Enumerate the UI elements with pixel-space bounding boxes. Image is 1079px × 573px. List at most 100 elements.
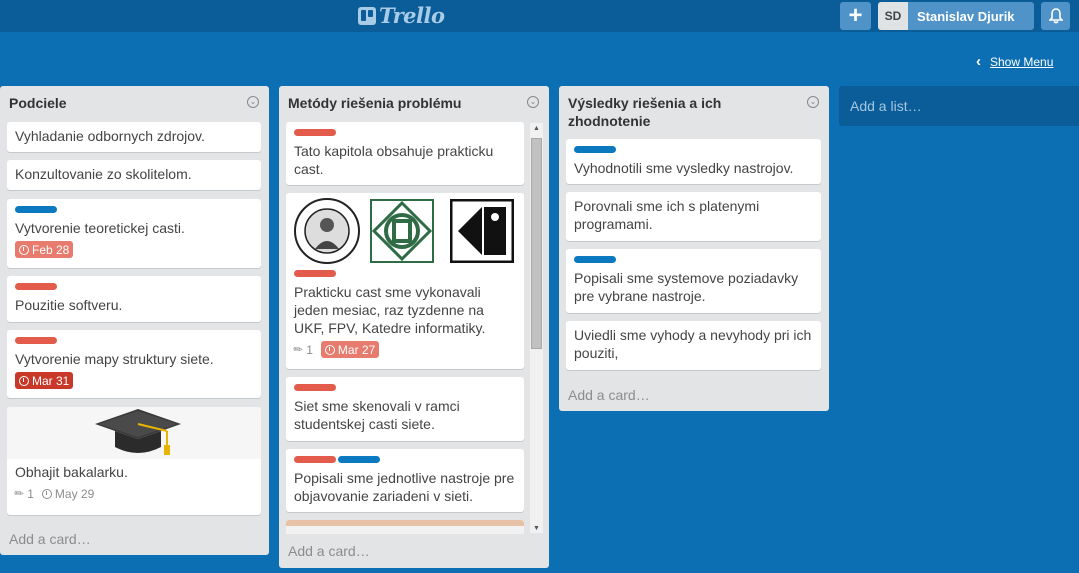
card-cover [286, 193, 524, 267]
clock-icon [19, 375, 29, 386]
label-red [15, 283, 57, 290]
logo-text: Trello [379, 3, 445, 28]
add-list-input[interactable]: Add a list… [839, 86, 1079, 126]
card-title: Prakticku cast sme vykonavali jeden mesi… [294, 284, 486, 336]
card-labels [15, 206, 253, 219]
bell-icon [1048, 8, 1063, 24]
card-title: Konzultovanie zo skolitelom. [15, 166, 192, 182]
card[interactable]: Uviedli sme vyhody a nevyhody pri ich po… [566, 321, 821, 370]
card[interactable]: Popisali sme jednotlive nastroje pre obj… [286, 449, 524, 512]
add-card-button[interactable]: Add a card… [9, 531, 91, 547]
graduation-cap-icon [95, 409, 181, 455]
scroll-up-icon[interactable]: ▲ [530, 125, 543, 132]
show-menu-link[interactable]: ‹ Show Menu [976, 53, 1053, 70]
list-title[interactable]: Výsledky riešenia a ich zhodnotenie [568, 94, 801, 130]
user-menu-button[interactable]: SD Stanislav Djurik [878, 2, 1034, 30]
label-red [15, 337, 57, 344]
scroll-down-icon[interactable]: ▼ [530, 525, 543, 532]
card[interactable]: Vyhodnotili sme vysledky nastrojov. [566, 139, 821, 184]
due-date-badge: May 29 [41, 485, 95, 502]
add-card-button[interactable]: Add a card… [568, 387, 650, 403]
card-labels [294, 129, 516, 142]
card-title: Vytvorenie mapy struktury siete. [15, 351, 214, 367]
card-title: Tato kapitola obsahuje prakticku cast. [294, 143, 494, 177]
list-menu-icon[interactable]: ⌄ [807, 96, 819, 108]
card-title: Uviedli sme vyhody a nevyhody pri ich po… [574, 327, 812, 361]
card-title: Vytvorenie teoretickej casti. [15, 220, 185, 236]
attachment-badge: ✎ 1 [12, 485, 34, 502]
due-date-badge: Feb 28 [15, 241, 74, 258]
card-title: Pouzitie softveru. [15, 297, 123, 313]
card-labels [294, 270, 516, 283]
card-cover [7, 407, 261, 459]
due-date-text: Mar 27 [337, 342, 376, 357]
card-badges: Mar 31 [15, 372, 253, 389]
attachment-count: 1 [306, 342, 313, 357]
card-labels [294, 456, 516, 469]
card-title: Vyhladanie odbornych zdrojov. [15, 128, 205, 144]
card-labels [574, 256, 813, 269]
card-badges: Feb 28 [15, 241, 253, 258]
user-name: Stanislav Djurik [917, 8, 1015, 24]
card[interactable]: Obhajit bakalarku. ✎ 1 May 29 [7, 407, 261, 515]
card[interactable]: Tato kapitola obsahuje prakticku cast. [286, 122, 524, 185]
chevron-left-icon: ‹ [976, 53, 981, 70]
card-labels [15, 337, 253, 350]
label-red [294, 456, 336, 463]
card[interactable]: Vytvorenie teoretickej casti. Feb 28 [7, 199, 261, 268]
card-title: Porovnali sme ich s platenymi programami… [574, 198, 760, 232]
top-header: Trello + SD Stanislav Djurik [0, 0, 1079, 32]
due-date-badge: Mar 31 [15, 372, 74, 389]
card-partial-screenshot[interactable] [286, 520, 524, 534]
clock-icon [324, 344, 335, 355]
list-scrollbar[interactable]: ▲ ▼ [530, 123, 543, 533]
card-title: Popisali sme jednotlive nastroje pre obj… [294, 470, 515, 504]
card-labels [15, 283, 253, 296]
university-seal-icon [294, 198, 360, 264]
card[interactable]: Siet sme skenovali v ramci studentskej c… [286, 377, 524, 441]
label-red [294, 129, 336, 136]
card[interactable]: Popisali sme systemove poziadavky pre vy… [566, 249, 821, 313]
label-red [294, 270, 336, 277]
avatar: SD [878, 2, 908, 30]
faculty-logo-icon [370, 199, 434, 263]
attachment-count: 1 [27, 486, 34, 501]
label-blue [15, 206, 57, 213]
list-title[interactable]: Podciele [9, 94, 241, 112]
clock-icon [19, 244, 29, 255]
card[interactable]: Porovnali sme ich s platenymi programami… [566, 192, 821, 241]
list-vysledky: Výsledky riešenia a ich zhodnotenie ⌄ Vy… [559, 86, 829, 411]
trello-logo[interactable]: Trello [358, 3, 445, 28]
paperclip-icon: ✎ [291, 341, 306, 358]
card-title: Vyhodnotili sme vysledky nastrojov. [574, 160, 794, 176]
card-labels [574, 146, 813, 159]
card-title: Popisali sme systemove poziadavky pre vy… [574, 270, 799, 304]
due-date-text: May 29 [54, 486, 95, 501]
list-menu-icon[interactable]: ⌄ [247, 96, 259, 108]
list-metody: Metódy riešenia problému ⌄ Tato kapitola… [279, 86, 549, 568]
list-podciele: Podciele ⌄ Vyhladanie odbornych zdrojov.… [0, 86, 269, 555]
list-title[interactable]: Metódy riešenia problému [288, 94, 521, 112]
card[interactable]: Pouzitie softveru. [7, 276, 261, 322]
due-date-text: Feb 28 [32, 242, 70, 257]
card-badges: ✎ 1 May 29 [12, 485, 253, 502]
label-blue [338, 456, 380, 463]
list-menu-icon[interactable]: ⌄ [527, 96, 539, 108]
card[interactable]: Vyhladanie odbornych zdrojov. [7, 122, 261, 152]
card-labels [294, 384, 516, 397]
paperclip-icon: ✎ [12, 485, 27, 502]
department-logo-icon [450, 199, 514, 263]
scroll-thumb[interactable] [531, 138, 542, 349]
label-red [294, 384, 336, 391]
card[interactable]: Vytvorenie mapy struktury siete. Mar 31 [7, 330, 261, 398]
card[interactable]: Konzultovanie zo skolitelom. [7, 160, 261, 190]
card[interactable]: Prakticku cast sme vykonavali jeden mesi… [286, 193, 524, 369]
notifications-button[interactable] [1041, 2, 1070, 30]
trello-logo-icon [358, 6, 376, 25]
add-card-button[interactable]: Add a card… [288, 543, 370, 559]
attachment-badge: ✎ 1 [291, 341, 313, 358]
card-title: Siet sme skenovali v ramci studentskej c… [294, 398, 460, 432]
card-badges: ✎ 1 Mar 27 [291, 341, 516, 358]
label-blue [574, 146, 616, 153]
add-button[interactable]: + [840, 2, 871, 30]
